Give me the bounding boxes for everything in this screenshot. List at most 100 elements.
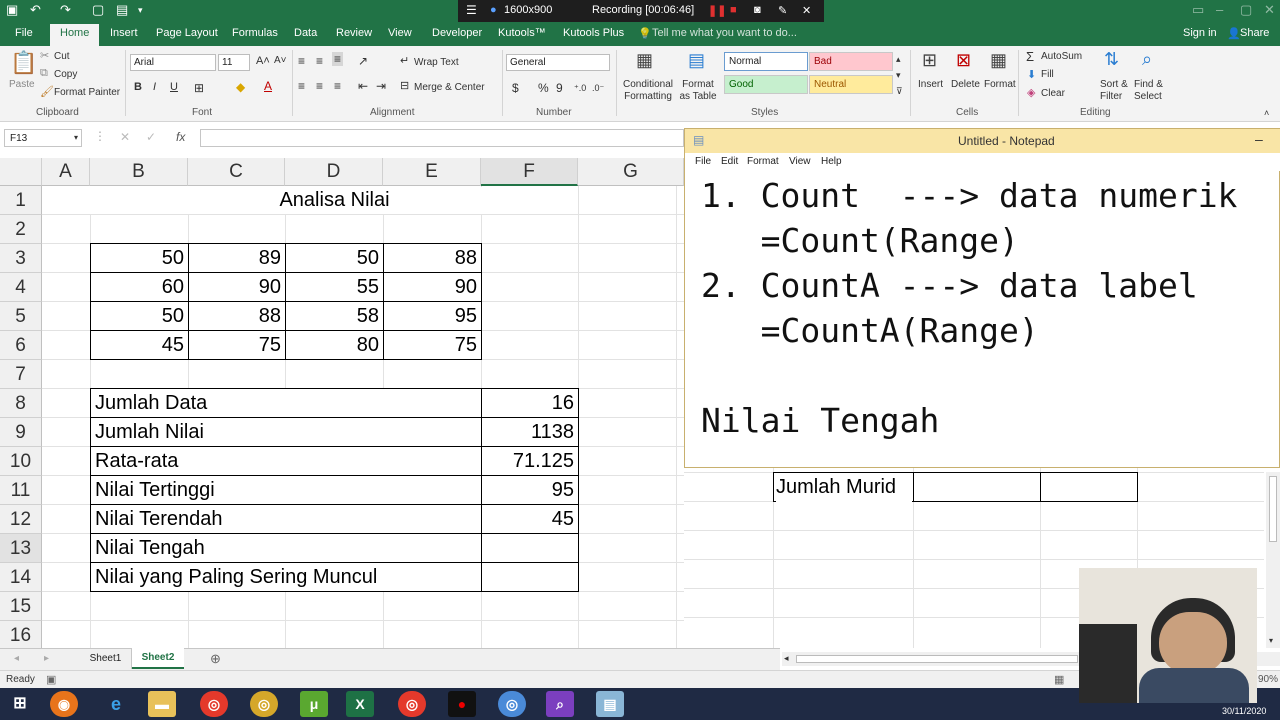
tab-home[interactable]: Home bbox=[50, 24, 100, 46]
column-header-g[interactable]: G bbox=[578, 158, 684, 186]
row-header-3[interactable]: 3 bbox=[0, 244, 42, 273]
font-size-select[interactable]: 11 bbox=[218, 54, 250, 71]
format-cells-icon[interactable]: ▦ bbox=[990, 50, 1007, 71]
minimize-icon[interactable]: – bbox=[1216, 2, 1223, 17]
align-middle-icon[interactable]: ≡ bbox=[316, 54, 323, 68]
styles-scroll-up-icon[interactable]: ▴ bbox=[896, 54, 901, 65]
notepad-taskbar-icon[interactable]: ▤ bbox=[596, 691, 624, 717]
camera-icon[interactable]: ◙ bbox=[754, 4, 761, 16]
insert-cells-button[interactable]: Insert bbox=[918, 79, 943, 90]
conditional-formatting-button[interactable]: Conditional Formatting bbox=[622, 79, 674, 103]
sort-filter-icon[interactable]: ⇅ bbox=[1104, 49, 1119, 70]
row-header-16[interactable]: 16 bbox=[0, 621, 42, 650]
pen-icon[interactable]: ✎ bbox=[778, 4, 787, 17]
cancel-formula-icon[interactable]: ✕ bbox=[120, 130, 130, 144]
bold-button[interactable]: B bbox=[134, 81, 142, 93]
orientation-icon[interactable]: ↗ bbox=[358, 54, 368, 68]
close-icon[interactable]: ✕ bbox=[1264, 2, 1275, 18]
notepad-text-area[interactable]: 1. Count ---> data numerik =Count(Range)… bbox=[701, 173, 1280, 443]
notepad-menu-help[interactable]: Help bbox=[821, 156, 842, 167]
firefox-icon[interactable]: ◉ bbox=[50, 691, 78, 717]
formula-input[interactable] bbox=[200, 129, 684, 147]
notepad-menu-edit[interactable]: Edit bbox=[721, 156, 738, 167]
column-header-c[interactable]: C bbox=[188, 158, 285, 186]
underline-button[interactable]: U bbox=[170, 81, 178, 93]
pause-icon[interactable]: ❚❚ bbox=[708, 4, 726, 17]
cell-b6[interactable]: 45 bbox=[90, 331, 188, 360]
tab-file[interactable]: File bbox=[15, 27, 33, 39]
chrome-icon[interactable]: ◎ bbox=[200, 691, 228, 717]
new-file-icon[interactable]: ▢ bbox=[92, 2, 104, 18]
align-left-icon[interactable]: ≡ bbox=[298, 79, 305, 93]
paste-icon[interactable]: 📋 bbox=[10, 50, 37, 76]
align-right-icon[interactable]: ≡ bbox=[334, 79, 341, 93]
tab-data[interactable]: Data bbox=[294, 27, 317, 39]
comma-button[interactable]: 9 bbox=[556, 81, 563, 95]
currency-button[interactable]: $ bbox=[512, 81, 519, 95]
cell-c6[interactable]: 75 bbox=[188, 331, 285, 360]
format-cells-button[interactable]: Format bbox=[984, 79, 1016, 90]
share-button[interactable]: Share bbox=[1240, 27, 1269, 39]
customize-qat-icon[interactable]: ▾ bbox=[138, 5, 143, 16]
tab-sheet1[interactable]: Sheet1 bbox=[80, 649, 132, 669]
file-explorer-icon[interactable]: ▬ bbox=[148, 691, 176, 717]
borders-icon[interactable]: ⊞ bbox=[194, 81, 204, 95]
ribbon-options-icon[interactable]: ▭ bbox=[1192, 2, 1204, 18]
copy-icon[interactable]: ⧉ bbox=[40, 67, 48, 80]
notepad-minimize-icon[interactable]: – bbox=[1255, 131, 1263, 147]
recorder-icon[interactable]: ● bbox=[448, 691, 476, 717]
tab-view[interactable]: View bbox=[388, 27, 412, 39]
notepad-menu-format[interactable]: Format bbox=[747, 156, 779, 167]
shrink-font-icon[interactable]: A˅ bbox=[274, 55, 287, 66]
scroll-down-icon[interactable]: ▾ bbox=[1269, 636, 1273, 645]
find-select-button[interactable]: Find & Select bbox=[1134, 79, 1170, 103]
tab-formulas[interactable]: Formulas bbox=[232, 27, 278, 39]
clear-icon[interactable]: ◈ bbox=[1027, 86, 1035, 99]
paste-button[interactable]: Paste bbox=[9, 79, 35, 90]
grow-font-icon[interactable]: A˄ bbox=[256, 55, 270, 67]
align-bottom-icon[interactable]: ≡ bbox=[332, 52, 344, 66]
cell-c5[interactable]: 88 bbox=[188, 302, 285, 331]
column-header-e[interactable]: E bbox=[383, 158, 481, 186]
cell-d4[interactable]: 55 bbox=[285, 273, 383, 302]
cell-b3[interactable]: 50 bbox=[90, 244, 188, 273]
tab-review[interactable]: Review bbox=[336, 27, 372, 39]
chrome-second-icon[interactable]: ◎ bbox=[498, 691, 526, 717]
print-preview-icon[interactable]: ▤ bbox=[116, 2, 128, 18]
prev-sheet-icon[interactable]: ◂ bbox=[14, 653, 19, 664]
row-header-15[interactable]: 15 bbox=[0, 592, 42, 621]
merge-center-button[interactable]: Merge & Center bbox=[414, 82, 485, 93]
format-painter-icon[interactable]: 🖌 bbox=[40, 85, 54, 98]
tell-me-input[interactable]: Tell me what you want to do... bbox=[652, 27, 797, 39]
row-header-7[interactable]: 7 bbox=[0, 360, 42, 389]
cell-d6[interactable]: 80 bbox=[285, 331, 383, 360]
next-sheet-icon[interactable]: ▸ bbox=[44, 653, 49, 664]
cut-button[interactable]: Cut bbox=[54, 51, 70, 62]
clear-button[interactable]: Clear bbox=[1041, 88, 1065, 99]
decrease-indent-icon[interactable]: ⇤ bbox=[358, 79, 368, 93]
undo-icon[interactable]: ↶ bbox=[30, 2, 41, 18]
align-center-icon[interactable]: ≡ bbox=[316, 79, 323, 93]
search-app-icon[interactable]: ⌕ bbox=[546, 691, 574, 717]
tab-sheet2[interactable]: Sheet2 bbox=[132, 648, 184, 669]
name-box-dropdown-icon[interactable]: ▾ bbox=[74, 133, 78, 142]
name-box[interactable]: F13 bbox=[4, 129, 82, 147]
horizontal-scroll-thumb[interactable] bbox=[796, 655, 1078, 663]
column-header-f[interactable]: F bbox=[481, 158, 578, 186]
font-color-icon[interactable]: A bbox=[264, 79, 272, 93]
row-header-5[interactable]: 5 bbox=[0, 302, 42, 331]
scroll-left-icon[interactable]: ◂ bbox=[784, 653, 789, 664]
sort-filter-button[interactable]: Sort & Filter bbox=[1100, 79, 1134, 103]
collapse-ribbon-icon[interactable]: ˄ bbox=[1264, 108, 1269, 118]
notepad-menu-file[interactable]: File bbox=[695, 156, 711, 167]
sheet-title-cell[interactable]: Analisa Nilai bbox=[91, 187, 578, 214]
fill-color-icon[interactable]: ◆ bbox=[236, 80, 245, 94]
cell-jumlah-murid[interactable]: Jumlah Murid bbox=[776, 473, 912, 502]
normal-view-icon[interactable]: ▦ bbox=[1054, 673, 1064, 686]
conditional-formatting-icon[interactable]: ▦ bbox=[636, 50, 653, 71]
notepad-window[interactable]: ▤ Untitled - Notepad – File Edit Format … bbox=[684, 128, 1280, 468]
cut-icon[interactable]: ✂ bbox=[40, 49, 49, 62]
copy-button[interactable]: Copy bbox=[54, 69, 77, 80]
insert-function-button[interactable]: fx bbox=[176, 130, 185, 144]
wrap-text-button[interactable]: Wrap Text bbox=[414, 57, 459, 68]
